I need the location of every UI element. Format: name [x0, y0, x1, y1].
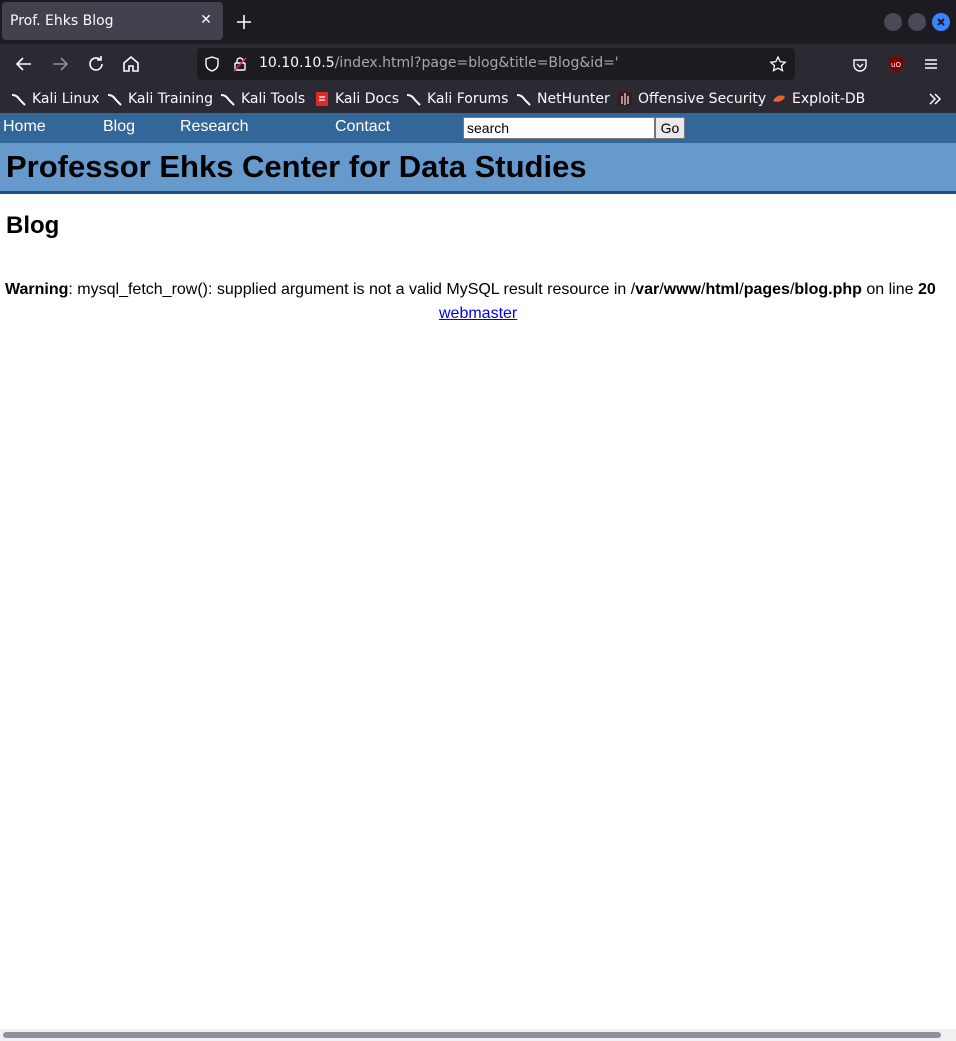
browser-tab[interactable]: Prof. Ehks Blog ✕ — [2, 2, 223, 40]
warning-path-part: www — [663, 281, 701, 298]
tab-close-icon[interactable]: ✕ — [198, 12, 214, 28]
reload-icon[interactable] — [84, 52, 108, 76]
maximize-button[interactable] — [908, 13, 926, 31]
bookmark-kali-forums[interactable]: Kali Forums — [406, 90, 508, 108]
bookmark-label: Exploit-DB — [792, 91, 866, 107]
browser-titlebar: Prof. Ehks Blog ✕ — [0, 0, 956, 44]
pocket-icon[interactable] — [851, 56, 869, 74]
horizontal-scrollbar[interactable] — [0, 1029, 956, 1041]
forward-arrow-icon[interactable] — [48, 52, 72, 76]
nav-contact-link[interactable]: Contact — [335, 118, 390, 136]
warning-path-part: var — [635, 281, 660, 298]
page-title: Blog — [6, 212, 60, 239]
close-window-button[interactable] — [932, 13, 950, 31]
minimize-button[interactable] — [884, 13, 902, 31]
bookmark-kali-tools[interactable]: Kali Tools — [220, 90, 305, 108]
bookmark-label: Kali Forums — [427, 91, 509, 107]
new-tab-icon[interactable] — [232, 10, 256, 34]
ublock-icon[interactable]: uO — [887, 55, 905, 73]
url-path: /index.html?page=blog&title=Blog&id=' — [334, 55, 619, 71]
url-host: 10.10.10.5 — [259, 55, 335, 71]
warning-message: : mysql_fetch_row(): supplied argument i… — [68, 281, 636, 298]
menu-icon[interactable] — [922, 55, 940, 73]
close-icon — [937, 18, 945, 26]
bookmark-offensive-security[interactable]: Offensive Security — [617, 90, 766, 108]
warning-line-number: 20 — [917, 281, 936, 298]
nav-blog-link[interactable]: Blog — [103, 118, 135, 136]
bookmark-label: Kali Tools — [241, 91, 306, 107]
exploit-db-icon — [773, 95, 785, 102]
bookmark-label: Kali Training — [128, 91, 213, 107]
kali-docs-icon — [316, 92, 328, 106]
warning-path-part: blog.php — [794, 281, 862, 298]
bookmark-label: Kali Linux — [32, 91, 100, 107]
chevron-double-right-icon[interactable] — [926, 90, 944, 108]
kali-dragon-icon — [220, 94, 235, 106]
back-arrow-icon[interactable] — [12, 52, 36, 76]
scrollbar-thumb[interactable] — [3, 1032, 941, 1038]
bookmark-kali-docs[interactable]: Kali Docs — [314, 90, 399, 108]
site-banner: Professor Ehks Center for Data Studies — [0, 143, 956, 194]
kali-dragon-icon — [11, 94, 26, 106]
warning-path-part: pages — [743, 281, 790, 298]
bookmark-kali-training[interactable]: Kali Training — [107, 90, 213, 108]
php-warning: Warning: mysql_fetch_row(): supplied arg… — [5, 281, 936, 298]
webmaster-link[interactable]: webmaster — [439, 305, 517, 323]
warning-label: Warning — [5, 281, 69, 298]
url-text[interactable]: 10.10.10.5/index.html?page=blog&title=Bl… — [259, 55, 619, 71]
search-go-button[interactable]: Go — [655, 117, 685, 139]
bookmark-star-icon[interactable] — [769, 55, 787, 73]
url-bar[interactable]: 10.10.10.5/index.html?page=blog&title=Bl… — [197, 48, 795, 80]
insecure-lock-icon[interactable] — [231, 55, 249, 73]
banner-title: Professor Ehks Center for Data Studies — [6, 149, 587, 184]
kali-dragon-icon — [516, 94, 531, 106]
kali-dragon-icon — [406, 94, 421, 106]
nav-research-link[interactable]: Research — [180, 118, 248, 136]
nav-home-link[interactable]: Home — [3, 118, 46, 136]
bookmark-exploit-db[interactable]: Exploit-DB — [771, 90, 865, 108]
svg-text:uO: uO — [891, 61, 901, 69]
kali-dragon-icon — [107, 94, 122, 106]
browser-toolbar: 10.10.10.5/index.html?page=blog&title=Bl… — [0, 44, 956, 84]
warning-line-text: on line — [861, 281, 918, 298]
tab-title: Prof. Ehks Blog — [10, 13, 114, 29]
bookmarks-toolbar: Kali Linux Kali Training Kali Tools Kali… — [0, 84, 956, 113]
bookmark-kali-linux[interactable]: Kali Linux — [11, 90, 99, 108]
offsec-icon — [618, 92, 632, 106]
bookmark-label: NetHunter — [537, 91, 610, 107]
bookmark-label: Kali Docs — [335, 91, 400, 107]
bookmark-label: Offensive Security — [638, 91, 767, 107]
warning-path-part: html — [705, 281, 740, 298]
search-input[interactable] — [463, 117, 655, 139]
bookmark-nethunter[interactable]: NetHunter — [516, 90, 610, 108]
shield-icon[interactable] — [203, 55, 221, 73]
home-icon[interactable] — [119, 52, 143, 76]
